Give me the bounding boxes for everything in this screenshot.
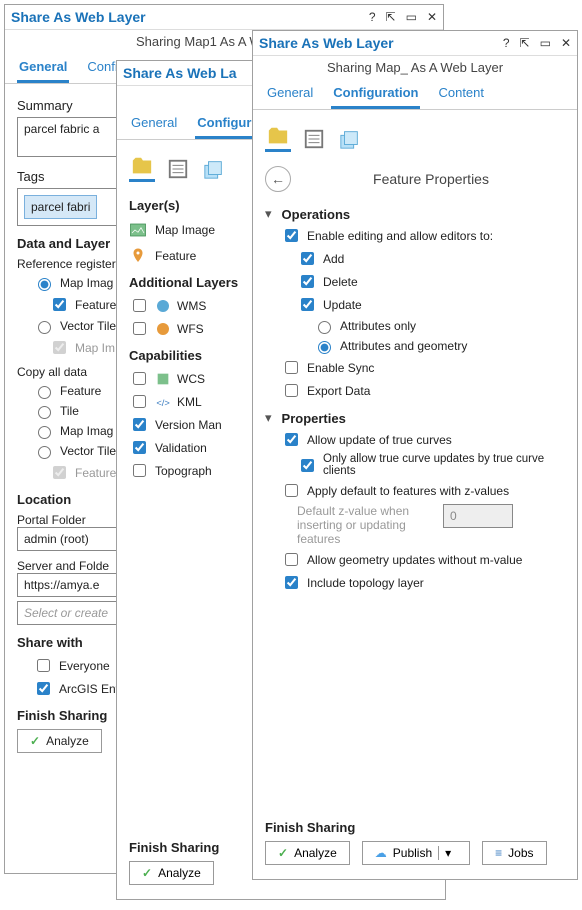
svg-text:</>: </> [156, 398, 170, 408]
checkbox-update[interactable] [301, 298, 314, 311]
checkbox-arcgis-ent[interactable] [37, 682, 50, 695]
checkbox-delete[interactable] [301, 275, 314, 288]
checkbox-wcs[interactable] [133, 372, 146, 385]
back-button[interactable]: ← [265, 166, 291, 192]
checkbox-enable-sync[interactable] [285, 361, 298, 374]
window1-title: Share As Web Layer [11, 9, 369, 25]
folder-icon3[interactable] [265, 126, 291, 152]
checkbox-validation[interactable] [133, 441, 146, 454]
window3-subtitle: Sharing Map_ As A Web Layer [253, 56, 577, 81]
radio-attributes-geometry[interactable] [318, 341, 331, 354]
help-icon3[interactable]: ? [503, 36, 510, 50]
checkbox-kml[interactable] [133, 395, 146, 408]
layers-icon[interactable] [201, 156, 227, 182]
checkbox-wfs[interactable] [133, 322, 146, 335]
layers-icon3[interactable] [337, 126, 363, 152]
close-icon3[interactable]: ✕ [561, 36, 571, 50]
jobs-button[interactable]: ≡Jobs [482, 841, 546, 865]
analyze-button1[interactable]: ✓Analyze [17, 729, 102, 753]
properties-icon[interactable] [165, 156, 191, 182]
analyze-button2[interactable]: ✓Analyze [129, 861, 214, 885]
operations-heading: Operations [282, 207, 351, 222]
checkbox-apply-z[interactable] [285, 484, 298, 497]
chevron-down-icon[interactable]: ▾ [265, 206, 272, 222]
folder-icon[interactable] [129, 156, 155, 182]
feature-properties-title: Feature Properties [297, 171, 565, 187]
z-value-label: Default z-value when inserting or updati… [297, 504, 437, 546]
checkbox-include-topology[interactable] [285, 576, 298, 589]
radio-feature2[interactable] [38, 386, 51, 399]
checkbox-enable-editing[interactable] [285, 229, 298, 242]
properties-icon3[interactable] [301, 126, 327, 152]
tab-config3[interactable]: Configuration [331, 81, 420, 109]
checkbox-topography[interactable] [133, 464, 146, 477]
maximize-icon[interactable]: ▭ [406, 10, 417, 24]
tag-chip[interactable]: parcel fabri [24, 195, 97, 219]
autohide-icon3[interactable]: ⇱ [520, 36, 530, 50]
checkbox-add[interactable] [301, 252, 314, 265]
checkbox-feature[interactable] [53, 298, 66, 311]
autohide-icon[interactable]: ⇱ [386, 10, 396, 24]
checkbox-m-value[interactable] [285, 553, 298, 566]
radio-attributes-only[interactable] [318, 321, 331, 334]
checkbox-true-curve-clients[interactable] [301, 459, 314, 472]
radio-map-image2[interactable] [38, 426, 51, 439]
checkbox-everyone[interactable] [37, 659, 50, 672]
radio-map-image[interactable] [38, 278, 51, 291]
checkbox-feature-disabled [53, 466, 66, 479]
maximize-icon3[interactable]: ▭ [540, 36, 551, 50]
analyze-button3[interactable]: ✓Analyze [265, 841, 350, 865]
help-icon[interactable]: ? [369, 10, 376, 24]
chevron-down-icon2[interactable]: ▾ [265, 410, 272, 426]
finish-heading3: Finish Sharing [265, 820, 565, 835]
properties-heading: Properties [282, 411, 346, 426]
radio-vector-tile[interactable] [38, 321, 51, 334]
window3-title: Share As Web Layer [259, 35, 503, 51]
chevron-down-icon3[interactable]: ▾ [438, 846, 457, 860]
checkbox-wms[interactable] [133, 299, 146, 312]
checkbox-export-data[interactable] [285, 384, 298, 397]
publish-button[interactable]: ☁Publish▾ [362, 841, 470, 865]
radio-vector-tile2[interactable] [38, 446, 51, 459]
checkbox-true-curves[interactable] [285, 433, 298, 446]
tab-general2[interactable]: General [129, 111, 179, 139]
tab-general[interactable]: General [17, 55, 69, 83]
close-icon[interactable]: ✕ [427, 10, 437, 24]
checkbox-version-mgmt[interactable] [133, 418, 146, 431]
checkbox-map-im-disabled [53, 341, 66, 354]
tab-config2[interactable]: Configur [195, 111, 253, 139]
tab-general3[interactable]: General [265, 81, 315, 109]
tab-content3[interactable]: Content [436, 81, 486, 109]
z-value-input: 0 [443, 504, 513, 528]
radio-tile[interactable] [38, 406, 51, 419]
